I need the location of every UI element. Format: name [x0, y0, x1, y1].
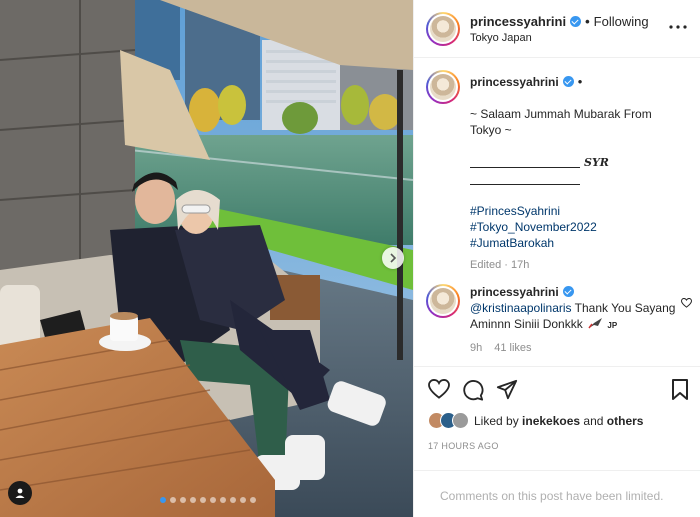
more-horizontal-icon	[669, 25, 687, 29]
carousel-dot	[160, 497, 166, 503]
post-side-panel: princessyahrini • Following Tokyo Japan pr…	[413, 0, 700, 517]
comments-list: princessyahrini • ~ Salaam Jummah Mubarak…	[414, 58, 700, 366]
comment-button[interactable]	[462, 379, 484, 406]
header-username-row: princessyahrini • Following	[470, 14, 649, 29]
tagged-users-button[interactable]	[8, 481, 32, 505]
liker-avatars[interactable]	[428, 412, 469, 429]
liked-by-user[interactable]: inekekoes	[522, 414, 580, 428]
caption-username[interactable]: princessyahrini	[470, 75, 559, 89]
liked-by-suffix: and	[580, 413, 607, 428]
verified-badge-icon	[562, 76, 574, 87]
comment-mention[interactable]: @kristinaapolinaris	[470, 301, 572, 315]
caption-separator: •	[577, 74, 583, 89]
caption-signature-row: SYR	[470, 154, 680, 171]
signature-line	[470, 158, 580, 168]
carousel-dot	[200, 497, 206, 503]
hashtag-link[interactable]: #PrincesSyahrini	[470, 203, 680, 219]
comment-username[interactable]: princessyahrini	[470, 285, 559, 299]
liked-by-others[interactable]: others	[607, 414, 644, 428]
save-button[interactable]	[671, 379, 689, 406]
carousel-dot	[190, 497, 196, 503]
comment-likes[interactable]: 41 likes	[494, 342, 531, 354]
like-button[interactable]	[428, 378, 450, 404]
comment-age: 9h	[470, 342, 483, 354]
heart-outline-icon	[680, 297, 693, 308]
liked-by-row: Liked by inekekoes and others	[428, 412, 643, 429]
carousel-dot	[240, 497, 246, 503]
liked-by-text: Liked by inekekoes and others	[474, 414, 643, 428]
paper-plane-icon	[496, 379, 518, 400]
caption-line-2: Tokyo ~	[470, 123, 512, 137]
post-actions	[414, 366, 700, 410]
more-options-button[interactable]	[669, 16, 687, 34]
like-comment-button[interactable]	[680, 295, 693, 313]
rocket-emoji-icon	[588, 318, 603, 329]
photo-scene	[0, 0, 413, 517]
verified-badge-icon	[562, 286, 574, 297]
user-icon	[15, 488, 25, 498]
carousel-dot	[170, 497, 176, 503]
post-header: princessyahrini • Following Tokyo Japan	[414, 0, 700, 58]
carousel-dot	[210, 497, 216, 503]
share-button[interactable]	[496, 379, 518, 406]
caption-avatar[interactable]	[426, 70, 460, 104]
hashtag-link[interactable]: #JumatBarokah	[470, 235, 680, 251]
comment-bubble-icon	[463, 380, 484, 401]
avatar[interactable]	[426, 12, 460, 46]
edited-label: Edited	[470, 259, 502, 271]
next-photo-button[interactable]	[382, 247, 404, 269]
hashtag-link[interactable]: #Tokyo_November2022	[470, 219, 680, 235]
divider-line	[470, 175, 580, 185]
liked-by-prefix: Liked by	[474, 413, 523, 428]
following-button[interactable]: Following	[594, 14, 649, 29]
carousel-dot	[250, 497, 256, 503]
caption-line-1: ~ Salaam Jummah Mubarak From	[470, 107, 652, 121]
caption: princessyahrini • ~ Salaam Jummah Mubarak…	[470, 74, 680, 273]
post-location[interactable]: Tokyo Japan	[470, 32, 532, 44]
comment-meta: 9h 41 likes	[470, 342, 544, 354]
verified-badge-icon	[570, 16, 582, 27]
carousel-dot	[220, 497, 226, 503]
caption-age: 17h	[510, 259, 530, 271]
comment-item: princessyahrini @kristinaapolinaris Than…	[470, 284, 680, 334]
carousel-dot	[180, 497, 186, 503]
caption-divider-row	[470, 171, 680, 187]
post-photo[interactable]	[0, 0, 413, 517]
heart-outline-icon	[428, 378, 450, 399]
avatar	[452, 412, 469, 429]
chevron-right-icon	[390, 253, 397, 263]
header-username[interactable]: princessyahrini	[470, 14, 566, 29]
carousel-dot	[230, 497, 236, 503]
post-timestamp[interactable]: 17 HOURS AGO	[428, 441, 499, 451]
comments-limited-notice: Comments on this post have been limited.	[414, 470, 700, 517]
bookmark-icon	[672, 379, 688, 400]
header-separator: •	[585, 14, 590, 29]
comment-avatar[interactable]	[426, 284, 460, 318]
carousel-indicator	[160, 497, 256, 503]
flag-emoji: JP	[607, 321, 618, 330]
caption-meta: Edited · 17h	[470, 259, 530, 271]
caption-signature: SYR	[584, 156, 609, 169]
